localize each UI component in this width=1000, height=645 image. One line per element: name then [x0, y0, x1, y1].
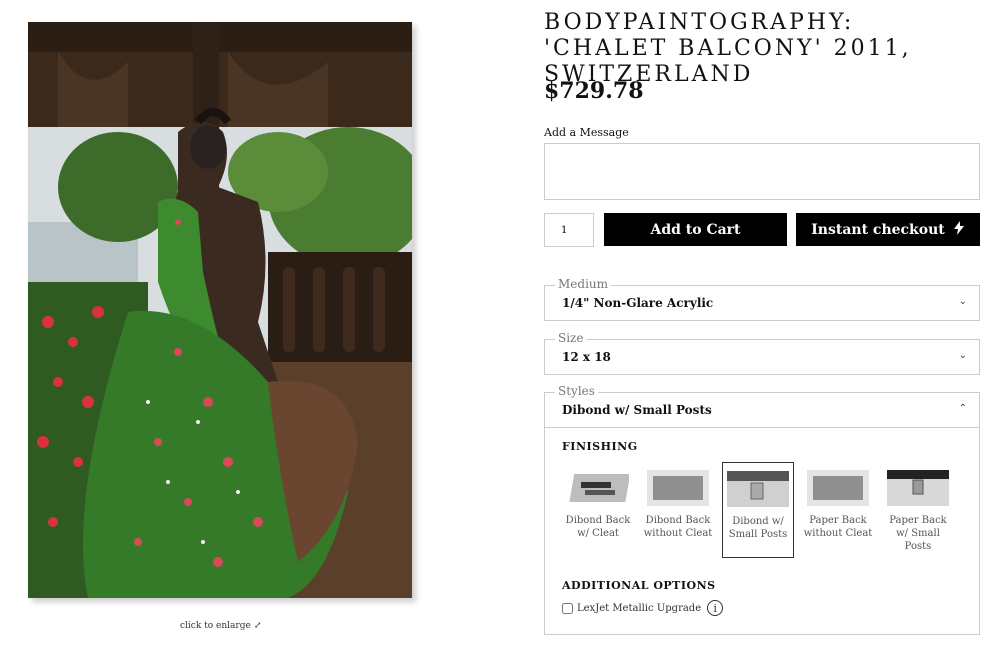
finishing-option-label: Paper Back without Cleat: [803, 515, 873, 539]
quantity-input[interactable]: [544, 213, 594, 247]
expand-icon: ⤢: [253, 621, 262, 631]
additional-options-heading: ADDITIONAL OPTIONS: [562, 579, 716, 592]
lexjet-upgrade-label: LexJet Metallic Upgrade: [577, 602, 702, 614]
medium-value: 1/4" Non-Glare Acrylic: [562, 296, 714, 310]
medium-select[interactable]: Medium 1/4" Non-Glare Acrylic ⌄: [544, 277, 980, 321]
styles-value: Dibond w/ Small Posts: [562, 403, 712, 417]
finishing-option-paper-small-posts[interactable]: Paper Back w/ Small Posts: [882, 462, 954, 553]
lightning-icon: [953, 220, 965, 239]
paper-no-cleat-thumbnail: [807, 470, 869, 506]
message-textarea[interactable]: [544, 143, 980, 200]
paper-small-posts-thumbnail: [887, 470, 949, 506]
product-price: $729.78: [544, 78, 644, 104]
artwork-illustration: [28, 22, 412, 598]
finishing-option-dibond-no-cleat[interactable]: Dibond Back without Cleat: [642, 462, 714, 540]
chevron-down-icon: ⌄: [958, 350, 967, 361]
size-select[interactable]: Size 12 x 18 ⌄: [544, 331, 980, 375]
info-icon[interactable]: i: [707, 600, 724, 616]
instant-checkout-button[interactable]: Instant checkout: [796, 213, 980, 246]
finishing-option-dibond-cleat[interactable]: Dibond Back w/ Cleat: [562, 462, 634, 540]
styles-label: Styles: [555, 384, 598, 398]
artwork-canvas[interactable]: [28, 22, 416, 602]
styles-panel: FINISHING Dibond Back w/ Cleat Dibond Ba…: [544, 428, 980, 635]
add-to-cart-button[interactable]: Add to Cart: [604, 213, 787, 246]
medium-label: Medium: [555, 277, 612, 291]
finishing-heading: FINISHING: [562, 440, 638, 453]
size-label: Size: [555, 331, 587, 345]
dibond-no-cleat-thumbnail: [647, 470, 709, 506]
finishing-option-label: Dibond Back without Cleat: [643, 515, 713, 539]
dibond-small-posts-thumbnail: [727, 471, 789, 507]
artwork-image[interactable]: [28, 22, 412, 598]
message-label: Add a Message: [544, 126, 629, 139]
add-to-cart-label: Add to Cart: [650, 221, 741, 238]
chevron-up-icon: ⌃: [958, 403, 967, 414]
lexjet-upgrade-option[interactable]: LexJet Metallic Upgrade i: [562, 600, 724, 616]
styles-select[interactable]: Styles Dibond w/ Small Posts ⌃: [544, 384, 980, 428]
enlarge-link[interactable]: click to enlarge ⤢: [180, 621, 261, 631]
finishing-option-paper-no-cleat[interactable]: Paper Back without Cleat: [802, 462, 874, 540]
instant-checkout-label: Instant checkout: [811, 221, 945, 238]
finishing-option-dibond-small-posts[interactable]: Dibond w/ Small Posts: [722, 462, 794, 558]
size-value: 12 x 18: [562, 350, 611, 364]
dibond-cleat-thumbnail: [569, 474, 631, 502]
enlarge-label: click to enlarge: [180, 621, 251, 631]
lexjet-upgrade-checkbox[interactable]: [562, 602, 573, 614]
chevron-down-icon: ⌄: [958, 296, 967, 307]
finishing-option-label: Dibond Back w/ Cleat: [565, 515, 631, 539]
finishing-option-label: Paper Back w/ Small Posts: [889, 515, 947, 552]
product-title: BODYPAINTOGRAPHY: 'CHALET BALCONY' 2011,…: [544, 10, 912, 87]
finishing-option-label: Dibond w/ Small Posts: [728, 516, 788, 540]
